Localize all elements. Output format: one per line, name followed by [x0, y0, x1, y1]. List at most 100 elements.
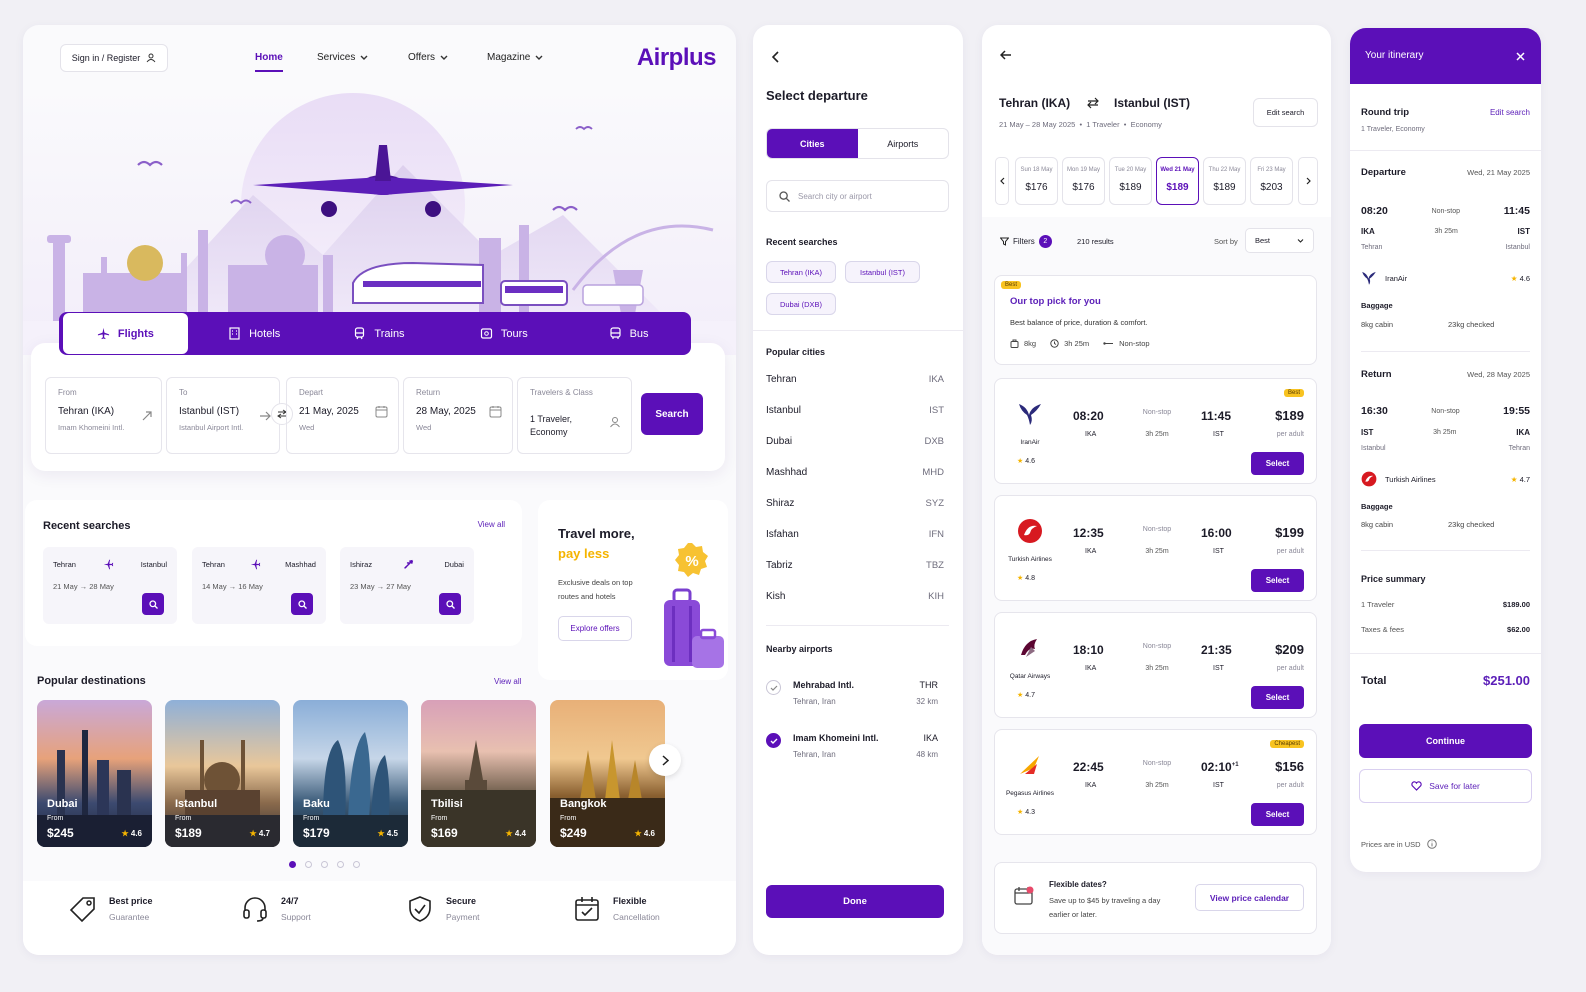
flight-card[interactable]: Best IranAir ★ 4.6 08:20 IKA Non-stop 3h…: [994, 378, 1317, 484]
signin-button[interactable]: Sign in / Register: [60, 44, 168, 72]
close-icon[interactable]: [1516, 52, 1525, 61]
edit-search-button[interactable]: Edit search: [1253, 98, 1318, 127]
recent-search-button[interactable]: [142, 593, 164, 615]
nav-magazine[interactable]: Magazine: [487, 52, 543, 63]
continue-button[interactable]: Continue: [1359, 724, 1532, 758]
carousel-dot[interactable]: [305, 861, 312, 868]
city-code: IKA: [928, 374, 944, 385]
view-price-calendar-button[interactable]: View price calendar: [1195, 884, 1304, 911]
to-field[interactable]: To Istanbul (IST) Istanbul Airport Intl.: [166, 377, 280, 454]
recent-item[interactable]: Tehran Istanbul 21 May → 28 May: [43, 547, 177, 624]
tab-tours[interactable]: Tours: [441, 312, 566, 355]
city-search-input[interactable]: Search city or airport: [766, 180, 949, 212]
recent-chip[interactable]: Tehran (IKA): [766, 261, 836, 283]
recent-view-all-link[interactable]: View all: [478, 520, 505, 529]
destination-card[interactable]: Bangkok From $249 ★ 4.6: [550, 700, 665, 847]
destination-card[interactable]: Dubai From $245 ★ 4.6: [37, 700, 152, 847]
dates-prev-button[interactable]: [995, 157, 1009, 205]
airplane-icon: [403, 559, 413, 569]
city-row[interactable]: Shiraz SYZ: [766, 498, 944, 509]
flight-card[interactable]: Qatar Airways ★ 4.7 18:10 IKA Non-stop 3…: [994, 612, 1317, 718]
select-flight-button[interactable]: Select: [1251, 452, 1304, 475]
city-row[interactable]: Isfahan IFN: [766, 529, 944, 540]
carousel-dot[interactable]: [353, 861, 360, 868]
sort-select[interactable]: Best: [1245, 228, 1314, 253]
bag-icon: [1010, 339, 1019, 348]
recent-search-button[interactable]: [291, 593, 313, 615]
to-sub: Istanbul Airport Intl.: [179, 423, 244, 432]
nearby-airport-row[interactable]: Imam Khomeini Intl. Tehran, Iran IKA 48 …: [766, 730, 946, 766]
recent-searches-heading: Recent searches: [766, 237, 838, 247]
city-row[interactable]: Tabriz TBZ: [766, 560, 944, 571]
destination-price: $169: [431, 826, 458, 840]
top-pick-card[interactable]: Best Our top pick for you Best balance o…: [994, 275, 1317, 365]
select-flight-button[interactable]: Select: [1251, 803, 1304, 826]
city-row[interactable]: Dubai DXB: [766, 436, 944, 447]
tab-hotels[interactable]: Hotels: [192, 312, 317, 355]
date-option[interactable]: Mon 19 May $176: [1062, 157, 1105, 205]
segment-cities[interactable]: Cities: [767, 129, 858, 158]
landing-icon: [260, 411, 271, 421]
airline-name: Turkish Airlines: [1385, 474, 1436, 484]
top-nav: Sign in / Register Home Services Offers …: [60, 44, 717, 74]
recent-search-button[interactable]: [439, 593, 461, 615]
nearby-airport-row[interactable]: Mehrabad Intl. Tehran, Iran THR 32 km: [766, 677, 946, 713]
tab-bus[interactable]: Bus: [566, 312, 691, 355]
filters-button[interactable]: Filters 2: [1000, 235, 1052, 248]
feature-sub: Payment: [446, 912, 480, 922]
back-arrow-icon[interactable]: [1000, 50, 1012, 60]
date-option-selected[interactable]: Wed 21 May $189: [1156, 157, 1199, 205]
city-row[interactable]: Istanbul IST: [766, 405, 944, 416]
select-flight-button[interactable]: Select: [1251, 686, 1304, 709]
recent-item[interactable]: Tehran Mashhad 14 May → 16 May: [192, 547, 326, 624]
tab-trains[interactable]: Trains: [317, 312, 442, 355]
nav-offers[interactable]: Offers: [408, 52, 448, 63]
destination-rating-value: 4.6: [130, 829, 142, 838]
departure-time: 08:20: [1361, 205, 1388, 217]
city-row[interactable]: Mashhad MHD: [766, 467, 944, 478]
return-stops: Non-stop: [1431, 407, 1460, 415]
recent-item[interactable]: Ishiraz Dubai 23 May → 27 May: [340, 547, 474, 624]
brand-logo[interactable]: Airplus: [637, 44, 717, 72]
carousel-dot[interactable]: [289, 861, 296, 868]
destination-card[interactable]: Tbilisi From $169 ★ 4.4: [421, 700, 536, 847]
depart-field[interactable]: Depart 21 May, 2025 Wed: [286, 377, 399, 454]
segment-airports[interactable]: Airports: [858, 129, 949, 158]
city-row[interactable]: Tehran IKA: [766, 374, 944, 385]
tab-flights[interactable]: Flights: [62, 312, 189, 355]
explore-offers-button[interactable]: Explore offers: [558, 616, 632, 641]
duration: 3h 25m: [1145, 782, 1169, 789]
back-chevron-icon[interactable]: [772, 51, 780, 63]
done-button[interactable]: Done: [766, 885, 944, 918]
nav-services[interactable]: Services: [317, 52, 368, 63]
return-field[interactable]: Return 28 May, 2025 Wed: [403, 377, 513, 454]
taxes-price: $62.00: [1507, 625, 1530, 634]
select-flight-button[interactable]: Select: [1251, 569, 1304, 592]
carousel-dot[interactable]: [337, 861, 344, 868]
date-label: Fri 23 May: [1257, 167, 1286, 173]
search-button[interactable]: Search: [641, 393, 703, 435]
date-option[interactable]: Fri 23 May $203: [1250, 157, 1293, 205]
travelers-field[interactable]: Travelers & Class 1 Traveler, Economy: [517, 377, 632, 454]
tab-flights-label: Flights: [117, 327, 154, 340]
flight-card[interactable]: Turkish Airlines ★ 4.8 12:35 IKA Non-sto…: [994, 495, 1317, 601]
carousel-dot[interactable]: [321, 861, 328, 868]
destination-card[interactable]: Baku From $179 ★ 4.5: [293, 700, 408, 847]
destination-card[interactable]: Istanbul From $189 ★ 4.7: [165, 700, 280, 847]
feature-title: 24/7: [281, 896, 299, 906]
recent-chip[interactable]: Istanbul (IST): [845, 261, 920, 283]
date-option[interactable]: Sun 18 May $176: [1015, 157, 1058, 205]
carousel-next-button[interactable]: [649, 744, 681, 776]
recent-chip[interactable]: Dubai (DXB): [766, 293, 836, 315]
date-option[interactable]: Thu 22 May $189: [1203, 157, 1246, 205]
dates-next-button[interactable]: [1298, 157, 1318, 205]
save-for-later-button[interactable]: Save for later: [1359, 769, 1532, 803]
date-option[interactable]: Tue 20 May $189: [1109, 157, 1152, 205]
from-field[interactable]: From Tehran (IKA) Imam Khomeini Intl.: [45, 377, 162, 454]
popular-view-all-link[interactable]: View all: [494, 677, 521, 686]
city-row[interactable]: Kish KIH: [766, 591, 944, 602]
flight-card[interactable]: Cheapest Pegasus Airlines ★ 4.3 22:45 IK…: [994, 729, 1317, 835]
edit-search-link[interactable]: Edit search: [1490, 108, 1530, 117]
info-icon[interactable]: [1426, 839, 1437, 849]
nav-home[interactable]: Home: [255, 52, 283, 72]
